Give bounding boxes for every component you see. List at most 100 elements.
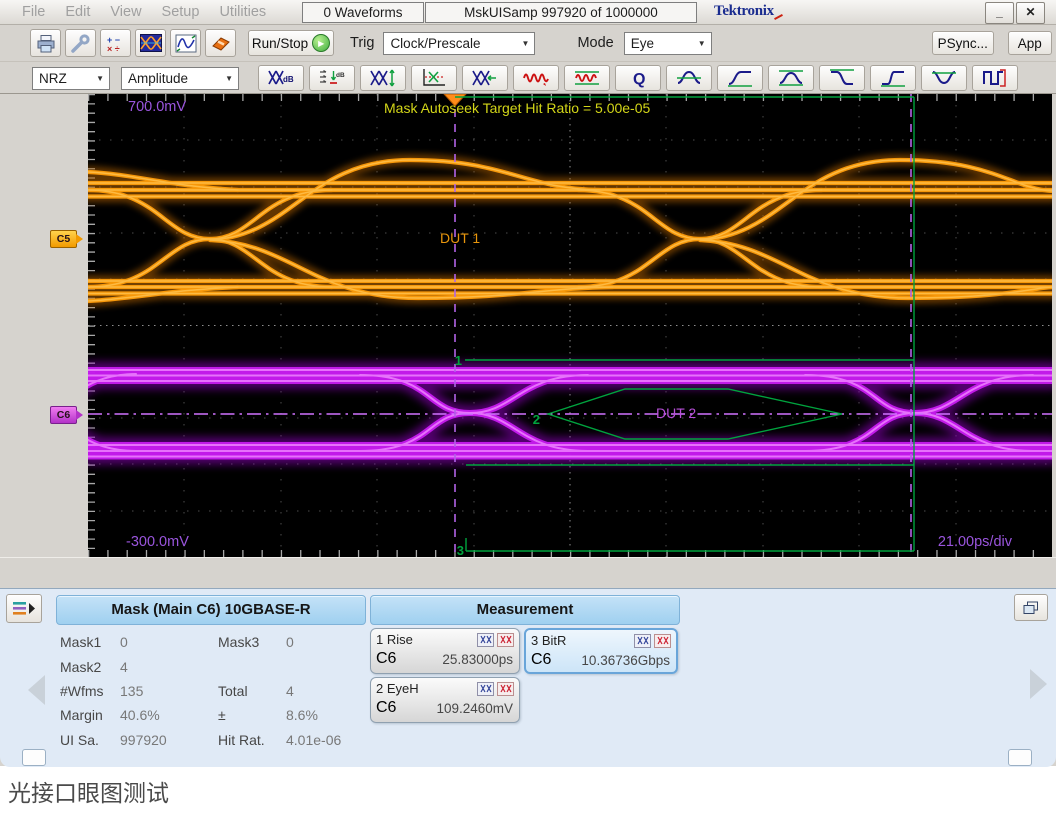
readout-dock-button[interactable] xyxy=(6,594,42,623)
eye-stat-icon-red[interactable] xyxy=(654,634,671,648)
high-low-icon xyxy=(778,68,804,88)
mask-autoseek-annotation: Mask Autoseek Target Hit Ratio = 5.00e-0… xyxy=(384,100,650,116)
bit-period-button[interactable] xyxy=(972,65,1018,91)
timebase-label: 21.00ps/div xyxy=(938,534,1013,550)
stat-label: Hit Rat. xyxy=(218,732,286,748)
measurement-source-badge: C6 xyxy=(376,699,396,717)
rise-time-button[interactable] xyxy=(666,65,712,91)
ext-ratio-db-button[interactable]: dB xyxy=(258,65,304,91)
menu-edit[interactable]: Edit xyxy=(65,4,90,20)
channel5-marker[interactable]: C5 xyxy=(50,230,77,248)
psync-button[interactable]: PSync... xyxy=(932,31,994,55)
title-bar: File Edit View Setup Utilities 0 Wavefor… xyxy=(0,0,1056,25)
mask-icon xyxy=(140,34,162,52)
eraser-icon xyxy=(210,34,232,53)
mask-marker-3: 3 xyxy=(457,543,464,557)
measurement-toolbar: NRZ ▼ Amplitude ▼ dB dBm xyxy=(0,63,1056,94)
caption-text: 光接口眼图测试 xyxy=(8,774,169,808)
run-stop-label: Run/Stop xyxy=(252,36,308,51)
measurement-icon-buttons: dB dBm Q xyxy=(258,65,1018,91)
status-bar: C6 ▼ 100.0mV/div ▲ ▼ 0.0V ▲ ▼ M ▼ 21.000… xyxy=(0,557,1056,589)
amplitude-button[interactable] xyxy=(870,65,916,91)
crossing-percent-icon xyxy=(421,68,447,88)
stat-value: 4 xyxy=(286,683,382,699)
menu-bar: File Edit View Setup Utilities xyxy=(12,0,276,24)
power-dbm-button[interactable]: dBm xyxy=(309,65,355,91)
scroll-right-chevron[interactable] xyxy=(1030,669,1047,699)
minimize-button[interactable]: _ xyxy=(985,2,1014,24)
menu-setup[interactable]: Setup xyxy=(162,4,200,20)
ext-ratio-db-icon: dB xyxy=(268,68,294,88)
menu-view[interactable]: View xyxy=(110,4,141,20)
math-button[interactable]: + −× ÷ xyxy=(100,29,131,57)
eye-amplitude-button[interactable] xyxy=(717,65,763,91)
eye-stat-icon-blue[interactable] xyxy=(634,634,651,648)
math-icon: + −× ÷ xyxy=(105,34,127,53)
eye-height-button[interactable] xyxy=(360,65,406,91)
top-scale-label: 700.0mV xyxy=(128,99,186,115)
screenshot-root: File Edit View Setup Utilities 0 Wavefor… xyxy=(0,0,1056,830)
rise-time-icon xyxy=(676,68,702,88)
chevron-down-icon: ▼ xyxy=(91,74,109,83)
clear-data-button[interactable] xyxy=(205,29,236,57)
panel-restore-button[interactable] xyxy=(1014,594,1048,621)
eye-stat-icon-blue[interactable] xyxy=(477,633,494,647)
channel6-marker[interactable]: C6 xyxy=(50,406,77,424)
measurement-name: 3 BitR xyxy=(531,633,634,648)
stat-label: ± xyxy=(218,707,286,723)
mask-marker-2: 2 xyxy=(533,412,540,427)
menu-utilities[interactable]: Utilities xyxy=(219,4,266,20)
svg-text:dBm: dBm xyxy=(336,72,345,79)
wrench-icon xyxy=(70,34,92,53)
mode-dropdown[interactable]: Eye ▼ xyxy=(624,32,712,55)
panel-scroll-cap-right[interactable] xyxy=(1008,749,1032,766)
mask-statistics: Mask1 0 Mask3 0 Mask2 4 #Wfms 135 Total … xyxy=(60,630,382,752)
noise-pp-button[interactable] xyxy=(564,65,610,91)
stat-value: 135 xyxy=(120,683,218,699)
close-button[interactable]: ✕ xyxy=(1016,2,1045,24)
svg-text:dB: dB xyxy=(283,75,294,84)
trig-source-dropdown[interactable]: Clock/Prescale ▼ xyxy=(383,32,535,55)
scroll-left-chevron[interactable] xyxy=(28,675,45,705)
eye-stat-icon-red[interactable] xyxy=(497,682,514,696)
measurement-card-rise[interactable]: 1 Rise C6 25.83000ps xyxy=(370,628,520,674)
stat-value: 0 xyxy=(120,634,218,650)
q-factor-button[interactable]: Q xyxy=(615,65,661,91)
overshoot-button[interactable] xyxy=(921,65,967,91)
run-stop-button[interactable]: Run/Stop ▶ xyxy=(248,30,334,56)
window-restore-icon xyxy=(1023,601,1039,615)
stat-value: 4.01e-06 xyxy=(286,732,382,748)
measure-category-dropdown[interactable]: Amplitude ▼ xyxy=(121,67,239,90)
measurement-card-eyeheight[interactable]: 2 EyeH C6 109.2460mV xyxy=(370,677,520,723)
chevron-down-icon: ▼ xyxy=(517,39,535,48)
trig-label: Trig xyxy=(350,35,374,51)
mask-marker-1: 1 xyxy=(455,353,462,368)
mask-panel-header[interactable]: Mask (Main C6) 10GBASE-R xyxy=(56,595,366,625)
setup-wrench-button[interactable] xyxy=(65,29,96,57)
app-button[interactable]: App xyxy=(1008,31,1052,55)
panel-scroll-cap-left[interactable] xyxy=(22,749,46,766)
eye-width-button[interactable] xyxy=(462,65,508,91)
mask-button[interactable] xyxy=(135,29,166,57)
print-button[interactable] xyxy=(30,29,61,57)
print-icon xyxy=(35,34,57,53)
menu-file[interactable]: File xyxy=(22,4,45,20)
stat-value: 8.6% xyxy=(286,707,382,723)
fall-time-icon xyxy=(829,68,855,88)
oscilloscope-window: File Edit View Setup Utilities 0 Wavefor… xyxy=(0,0,1056,766)
stat-label: #Wfms xyxy=(60,683,120,699)
measurement-card-bitrate[interactable]: 3 BitR C6 10.36736Gbps xyxy=(524,628,678,674)
fall-time-button[interactable] xyxy=(819,65,865,91)
jitter-pp-button[interactable] xyxy=(513,65,559,91)
waveform-count-readout: 0 Waveforms xyxy=(302,2,424,23)
eye-stat-icon-blue[interactable] xyxy=(477,682,494,696)
stat-value: 40.6% xyxy=(120,707,218,723)
crossing-percent-button[interactable] xyxy=(411,65,457,91)
logo-accent xyxy=(774,14,783,20)
high-low-button[interactable] xyxy=(768,65,814,91)
signal-type-dropdown[interactable]: NRZ ▼ xyxy=(32,67,110,90)
stat-label: Mask3 xyxy=(218,634,286,650)
measurement-panel-header[interactable]: Measurement xyxy=(370,595,680,625)
waveform-analyze-button[interactable] xyxy=(170,29,201,57)
eye-stat-icon-red[interactable] xyxy=(497,633,514,647)
